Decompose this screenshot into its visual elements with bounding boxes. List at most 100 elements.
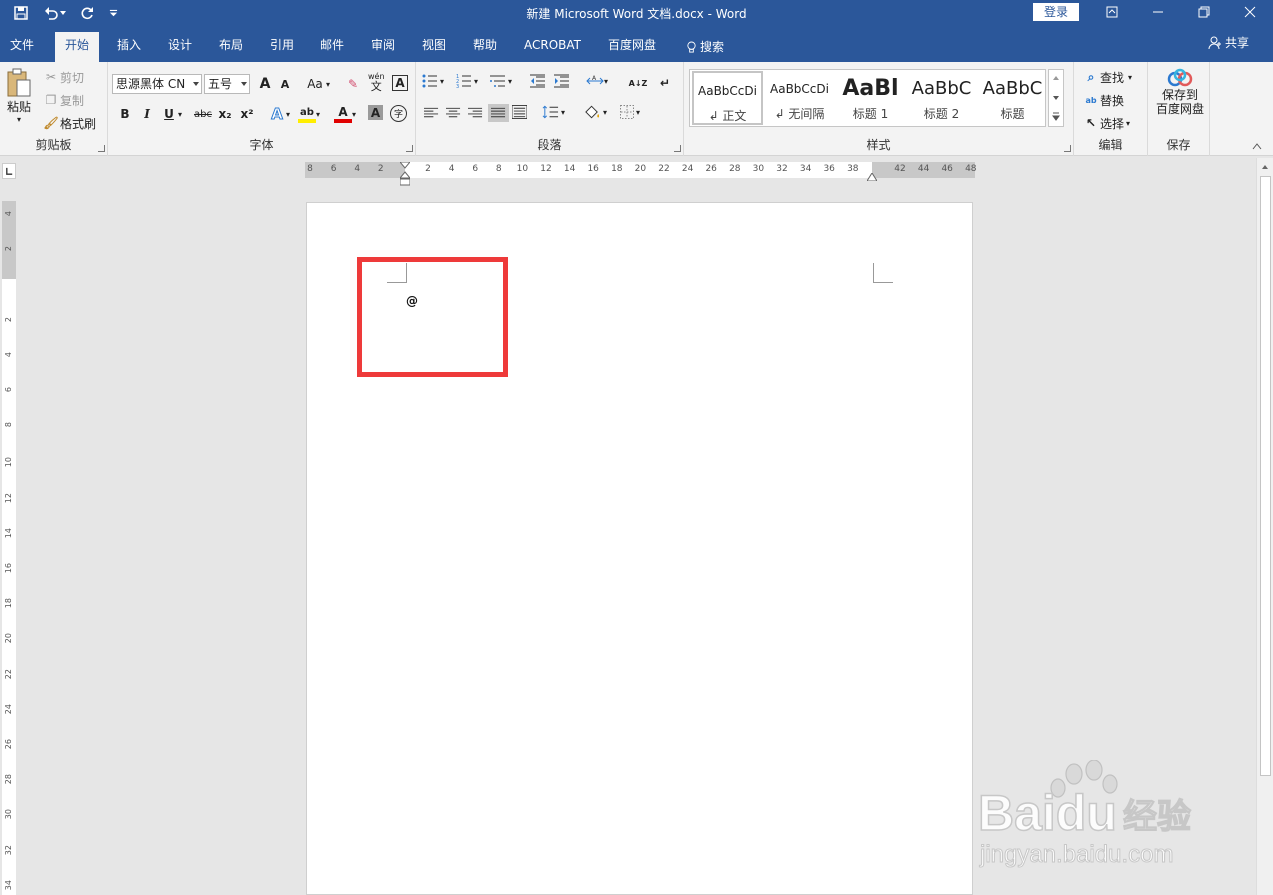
save-to-baidu-netdisk-button[interactable]: 保存到 百度网盘 <box>1152 68 1208 116</box>
ribbon-display-options-icon[interactable] <box>1100 3 1124 21</box>
shading-button[interactable]: ▾ <box>584 105 607 119</box>
font-name-dropdown[interactable]: 思源黑体 CN <box>112 74 202 94</box>
ruler-tick-label: 18 <box>4 598 13 609</box>
superscript-icon: x² <box>240 107 254 121</box>
tab-baidu-netdisk[interactable]: 百度网盘 <box>598 32 666 62</box>
chinese-layout-button[interactable]: A ▾ <box>586 74 608 88</box>
tab-file[interactable]: 文件 <box>0 32 44 62</box>
shrink-font-icon: A <box>280 77 290 91</box>
paragraph-group: ▾ 1 2 3 ▾ ▾ A ▾ A↓Z ↵ ▾ ▾ ▾ 段落 <box>416 62 684 156</box>
tab-insert[interactable]: 插入 <box>107 32 151 62</box>
strikethrough-button[interactable]: abc <box>192 105 214 123</box>
style-no-spacing[interactable]: AaBbCcDi ↲ 无间隔 <box>764 71 835 125</box>
increase-indent-button[interactable] <box>554 74 570 88</box>
tab-tell-me[interactable]: 搜索 <box>676 32 734 62</box>
title-bar: 新建 Microsoft Word 文档.docx - Word 登录 <box>0 0 1273 26</box>
left-tab-icon <box>6 167 13 175</box>
ruler-tick-label: 8 <box>495 164 502 174</box>
bullets-button[interactable]: ▾ <box>422 74 444 88</box>
styles-gallery: AaBbCcDi ↲ 正文 AaBbCcDi ↲ 无间隔 AaBl 标题 1 A… <box>689 69 1046 127</box>
style-heading-2[interactable]: AaBbC 标题 2 <box>906 71 977 125</box>
styles-gallery-scroll[interactable] <box>1048 69 1064 127</box>
italic-button[interactable]: I <box>138 105 156 123</box>
style-heading-1[interactable]: AaBl 标题 1 <box>835 71 906 125</box>
align-left-button[interactable] <box>424 107 439 119</box>
highlight-button[interactable]: ab ▾ <box>298 105 320 123</box>
tab-mailings[interactable]: 邮件 <box>310 32 354 62</box>
share-button[interactable]: 共享 <box>1208 34 1249 51</box>
paste-button[interactable]: 粘贴 ▾ <box>4 68 34 124</box>
right-indent-marker[interactable] <box>866 170 878 182</box>
style-title-name: 标题 <box>1000 107 1025 121</box>
line-spacing-button[interactable]: ▾ <box>542 105 565 119</box>
tab-help[interactable]: 帮助 <box>463 32 507 62</box>
tab-home[interactable]: 开始 <box>55 32 100 62</box>
save-group: 保存到 百度网盘 保存 <box>1148 62 1210 156</box>
superscript-button[interactable]: x² <box>238 105 256 123</box>
phonetic-guide-button[interactable]: wén 文 <box>368 72 385 92</box>
character-shading-button[interactable]: A <box>368 105 383 120</box>
tab-review[interactable]: 审阅 <box>361 32 405 62</box>
eraser-icon: ✎ <box>347 77 359 91</box>
distributed-button[interactable] <box>512 105 527 119</box>
multilevel-list-button[interactable]: ▾ <box>490 74 512 88</box>
font-dialog-launcher[interactable] <box>406 145 413 152</box>
grow-font-button[interactable]: A <box>256 75 274 93</box>
login-button[interactable]: 登录 <box>1033 3 1079 21</box>
tab-references[interactable]: 引用 <box>260 32 304 62</box>
scrollbar-thumb[interactable] <box>1260 176 1271 776</box>
tab-acrobat[interactable]: ACROBAT <box>514 32 591 62</box>
ruler-tick-label: 10 <box>4 457 13 468</box>
cut-button[interactable]: ✂ 剪切 <box>42 68 84 86</box>
find-button[interactable]: ⌕ 查找 ▾ <box>1082 68 1132 86</box>
vertical-scrollbar[interactable] <box>1256 158 1273 895</box>
first-line-indent-marker[interactable] <box>398 161 412 186</box>
borders-button[interactable]: ▾ <box>620 105 640 119</box>
font-color-button[interactable]: A ▾ <box>334 105 356 123</box>
clear-formatting-button[interactable]: ✎ <box>344 75 362 93</box>
close-icon[interactable] <box>1238 3 1262 21</box>
underline-button[interactable]: U ▾ <box>160 105 182 123</box>
tab-design[interactable]: 设计 <box>158 32 202 62</box>
minimize-icon[interactable] <box>1146 3 1170 21</box>
style-normal[interactable]: AaBbCcDi ↲ 正文 <box>692 71 763 125</box>
sort-icon: A↓Z <box>628 78 648 88</box>
line-spacing-icon <box>542 105 559 119</box>
font-size-dropdown[interactable]: 五号 <box>204 74 250 94</box>
shrink-font-button[interactable]: A <box>276 75 294 93</box>
show-formatting-marks-button[interactable]: ↵ <box>656 74 674 92</box>
justify-button[interactable] <box>488 104 509 122</box>
tab-layout[interactable]: 布局 <box>209 32 253 62</box>
style-title[interactable]: AaBbC 标题 <box>977 71 1048 125</box>
subscript-button[interactable]: x₂ <box>216 105 234 123</box>
format-painter-button[interactable]: 🖌 格式刷 <box>42 114 96 132</box>
select-button[interactable]: ↖ 选择 ▾ <box>1082 114 1130 132</box>
restore-icon[interactable] <box>1192 3 1216 21</box>
align-right-button[interactable] <box>468 107 483 119</box>
copy-button[interactable]: ❐ 复制 <box>42 91 84 109</box>
decrease-indent-button[interactable] <box>530 74 546 88</box>
clipboard-dialog-launcher[interactable] <box>98 145 105 152</box>
sort-button[interactable]: A↓Z <box>628 74 648 92</box>
vertical-ruler[interactable]: 4 2 2 4 6 8 10 12 14 16 18 20 22 24 26 28 30 32 34 <box>2 201 16 895</box>
paragraph-dialog-launcher[interactable] <box>674 145 681 152</box>
character-border-button[interactable]: A <box>392 75 408 91</box>
ruler-tick-label: 34 <box>799 164 812 174</box>
bold-button[interactable]: B <box>116 105 134 123</box>
cut-label: 剪切 <box>60 70 85 85</box>
save-group-label: 保存 <box>1166 138 1191 152</box>
replace-button[interactable]: ab 替换 <box>1082 91 1124 109</box>
styles-dialog-launcher[interactable] <box>1064 145 1071 152</box>
align-center-button[interactable] <box>446 107 461 119</box>
tell-me-label: 搜索 <box>700 40 725 54</box>
collapse-ribbon-button[interactable] <box>1252 142 1262 150</box>
text-effects-button[interactable]: A ▾ <box>268 105 290 124</box>
enclose-characters-button[interactable]: 字 <box>390 105 407 122</box>
svg-text:3: 3 <box>456 84 459 88</box>
tab-selector[interactable] <box>2 163 16 179</box>
clipboard-group: 粘贴 ▾ ✂ 剪切 ❐ 复制 🖌 格式刷 剪贴板 <box>0 62 108 156</box>
tab-view[interactable]: 视图 <box>412 32 456 62</box>
horizontal-ruler[interactable]: 8 6 4 2 2 4 6 8 10 12 14 16 18 20 22 24 26 28 30 32 34 36 38 42… <box>305 161 977 186</box>
numbering-button[interactable]: 1 2 3 ▾ <box>456 74 478 88</box>
change-case-button[interactable]: Aa ▾ <box>304 75 330 93</box>
